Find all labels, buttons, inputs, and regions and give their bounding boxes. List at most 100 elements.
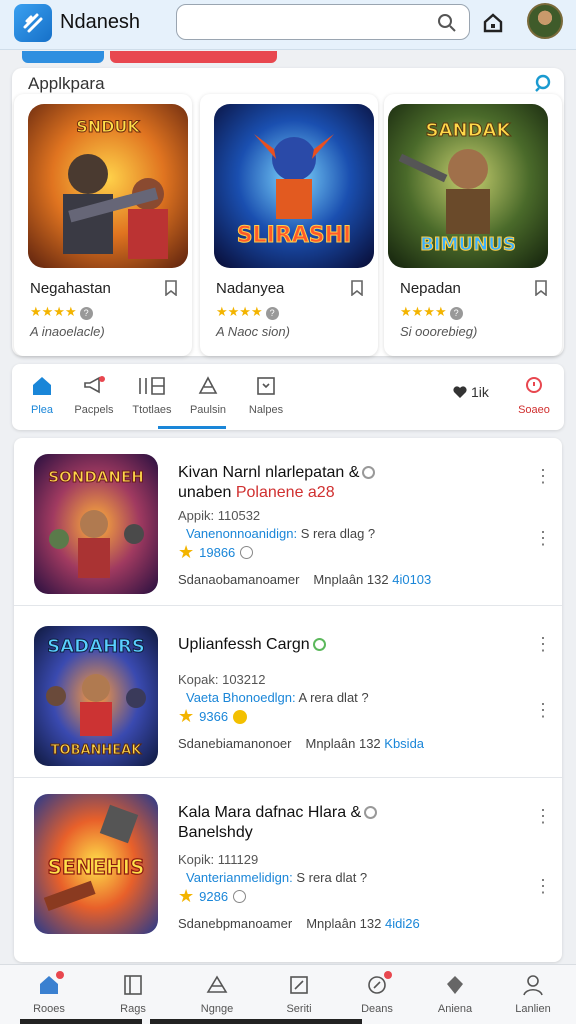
app-footer: Sdanebpmanoamer Mnplaân 132 4idi26 [178,916,420,931]
home-icon[interactable] [482,12,504,34]
svg-text:SNDUK: SNDUK [76,117,140,136]
svg-text:SLIRASHI: SLIRASHI [237,223,351,248]
svg-text:SENEHIS: SENEHIS [47,855,144,879]
category-tab-home[interactable]: Plea [12,374,72,416]
app-list: SONDANEH Kivan Narnl nlarlepatan & unabe… [14,438,562,962]
nav-label: Rags [120,1003,146,1015]
app-detail: Vaeta Bhonoedlgn: A rera dlat ? [186,690,369,705]
megaphone-icon [84,376,105,394]
more-options-icon[interactable]: ⋮ [534,635,552,653]
star-rating: ★★★★? [400,304,463,320]
app-rating: ★ 9366 [178,706,248,727]
nav-label: Seriti [286,1003,312,1015]
game-thumbnail-image: SENEHIS [34,794,158,934]
top-bar: Ndanesh [0,0,576,50]
info-icon: ? [265,307,279,320]
category-label: Ttotlaes [132,404,172,416]
grid-icon [139,377,165,395]
app-logo-icon[interactable] [14,4,52,42]
book-icon [124,975,142,995]
card-title: Nepadan [400,280,461,297]
section-title: Applkpara [28,74,105,93]
gesture-bar [20,1019,142,1024]
heart-icon [453,386,467,398]
list-item[interactable]: SENEHIS Kala Mara dafnac Hlara & Banelsh… [14,782,562,950]
app-footer: Sdanaobamanoamer Mnplaân 132 4i0103 [178,572,432,587]
avatar[interactable] [527,3,563,39]
card-title: Nadanyea [216,280,285,297]
app-detail: Vanterianmelidign: S rera dlat ? [186,870,368,885]
search-input[interactable] [176,4,470,40]
nav-item-rags[interactable]: Rags [98,973,168,1015]
emoji-icon [233,709,248,724]
more-options-icon[interactable]: ⋮ [534,467,552,485]
star-icon: ★ [178,706,195,726]
info-icon: ? [449,307,463,320]
info-icon: ? [79,307,93,320]
app-meta: Kopak: 103212 [178,672,266,687]
app-title: Ndanesh [60,11,141,33]
category-tab-promos[interactable]: Pacpels [64,374,124,416]
nav-item-home[interactable]: Rooes [14,971,84,1015]
app-title: Uplianfessh Cargn [178,636,326,654]
more-options-icon[interactable]: ⋮ [534,807,552,825]
card-title: Negahastan [30,280,111,297]
featured-card[interactable]: SANDAK BIMUNUS Nepadan ★★★★? Si ooorebieg… [384,94,562,356]
tab-indicator-red[interactable] [110,51,277,63]
nav-item-ngnge[interactable]: Ngnge [182,973,252,1015]
app-rating: ★ 9286 [178,886,247,907]
app-detail: Vanenonnoanidign: S rera dlag ? [186,526,376,541]
triangle-icon [198,376,218,394]
svg-text:SONDANEH: SONDANEH [48,468,144,486]
svg-text:BIMUNUS: BIMUNUS [420,234,516,255]
tag-icon [362,466,376,480]
more-options-icon[interactable]: ⋮ [534,529,552,547]
info-icon [233,890,247,903]
game-cover-image: SANDAK BIMUNUS [388,104,548,268]
search-icon[interactable] [534,74,552,92]
nav-item-lanlien[interactable]: Lanlien [498,973,568,1015]
bottom-navigation: Rooes Rags Ngnge Seriti Deans Aniena Lan… [0,964,576,1024]
star-icon: ★ [178,542,195,562]
app-rating: ★ 19866 [178,542,254,563]
nav-label: Rooes [33,1003,65,1015]
bookmark-icon[interactable] [350,280,364,296]
category-tab-search[interactable]: Soaeo [504,374,564,416]
list-item[interactable]: SONDANEH Kivan Narnl nlarlepatan & unabe… [14,438,562,606]
triangle-icon [206,975,228,993]
category-label: Pacpels [74,404,114,416]
svg-text:SADAHRS: SADAHRS [47,636,145,657]
more-options-icon[interactable]: ⋮ [534,877,552,895]
nav-item-aniena[interactable]: Aniena [420,973,490,1015]
category-tab-grid[interactable]: Ttotlaes [122,374,182,416]
list-item[interactable]: SADAHRS TOBANHEAK Uplianfessh Cargn Kopak… [14,610,562,778]
app-meta: Appik: 110532 [178,508,261,523]
edit-icon [290,976,308,994]
app-subtitle: unaben Polanene a28 [178,484,335,501]
featured-card[interactable]: SNDUK Negahastan ★★★★? A inaoelacle) [14,94,192,356]
nav-label: Deans [361,1003,393,1015]
featured-card[interactable]: SLIRASHI Nadanyea ★★★★? A Naoc sion) [200,94,378,356]
game-cover-image: SNDUK [28,104,188,268]
game-thumbnail-image: SONDANEH [34,454,158,594]
game-thumbnail-image: SADAHRS TOBANHEAK [34,626,158,766]
card-subtitle: A Naoc sion) [216,324,290,339]
game-cover-image: SLIRASHI [214,104,374,268]
category-tab-paulsin[interactable]: Paulsin [178,374,238,416]
tag-icon [364,806,378,820]
category-label: Nalpes [248,404,284,416]
category-label: Soaeo [518,404,550,416]
bookmark-icon[interactable] [164,280,178,296]
star-icon: ★ [178,886,195,906]
more-options-icon[interactable]: ⋮ [534,701,552,719]
category-tab-nalpes[interactable]: Nalpes [236,374,296,416]
nav-item-deans[interactable]: Deans [342,971,412,1015]
favorites-count[interactable]: 1ik [452,384,489,400]
bookmark-icon[interactable] [534,280,548,296]
search-icon [526,377,542,393]
app-subtitle: Banelshdy [178,824,253,841]
gesture-bar [150,1019,362,1024]
svg-text:SANDAK: SANDAK [426,120,512,141]
nav-item-seriti[interactable]: Seriti [264,973,334,1015]
tab-indicator-blue[interactable] [22,51,104,63]
